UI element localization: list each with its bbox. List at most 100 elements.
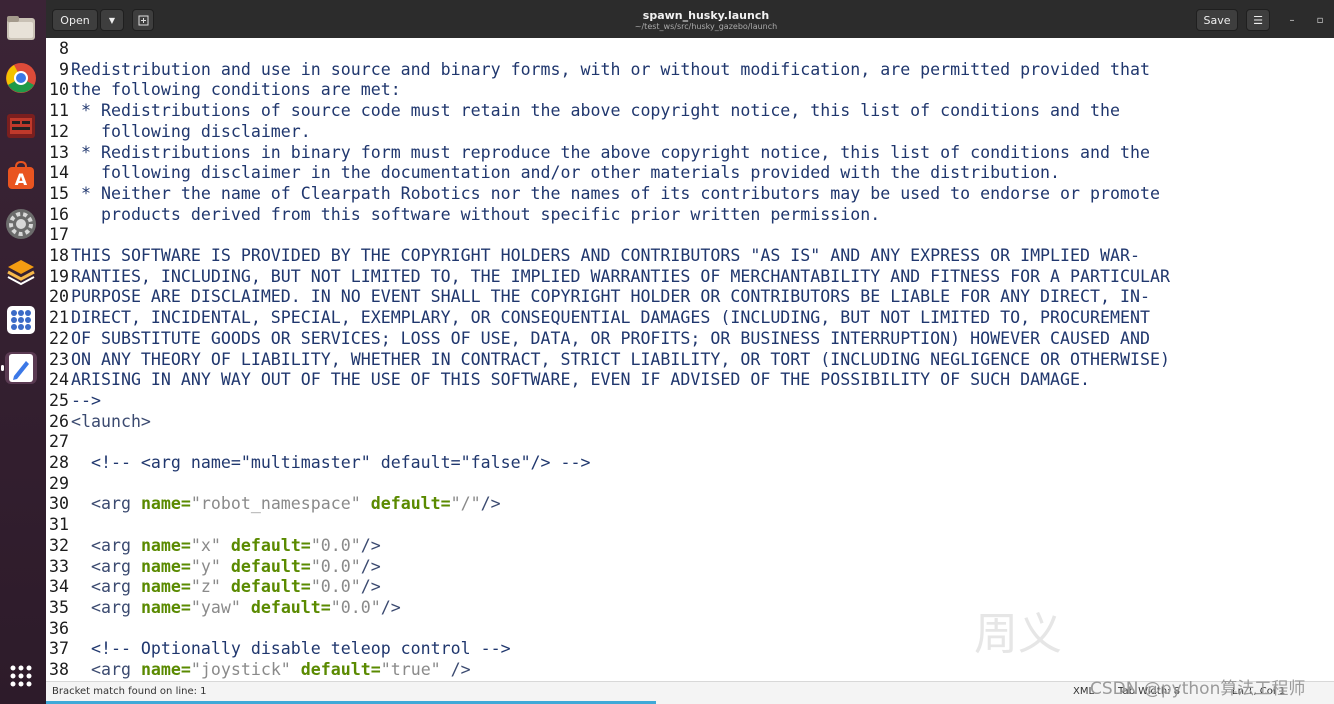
- code-token: name=: [140, 535, 191, 555]
- line-number: 26: [49, 411, 69, 431]
- code-line[interactable]: 20 PURPOSE ARE DISCLAIMED. IN NO EVENT SH…: [46, 286, 1334, 307]
- code-text: OF SUBSTITUTE GOODS OR SERVICES; LOSS OF…: [71, 328, 1150, 349]
- code-line[interactable]: 34 <arg name="z" default="0.0"/>: [46, 576, 1334, 597]
- code-text: <arg name="x" default="0.0"/>: [71, 535, 381, 556]
- chevron-down-icon: ▼: [108, 15, 116, 25]
- settings-icon[interactable]: [5, 208, 37, 240]
- code-line[interactable]: 30 <arg name="robot_namespace" default="…: [46, 493, 1334, 514]
- maximize-icon[interactable]: ▫: [1312, 12, 1328, 28]
- code-line[interactable]: 23 ON ANY THEORY OF LIABILITY, WHETHER IN…: [46, 349, 1334, 370]
- line-number: 38: [49, 660, 69, 679]
- header-bar: Open ▼ spawn_husky.launch ~/test_ws/src/…: [46, 0, 1334, 38]
- apps-icon[interactable]: [5, 304, 37, 336]
- code-token: "0.0": [310, 535, 361, 555]
- layers-icon[interactable]: [5, 256, 37, 288]
- window-title: spawn_husky.launch: [642, 9, 770, 22]
- code-line[interactable]: 15 * Neither the name of Clearpath Robot…: [46, 183, 1334, 204]
- code-token: "x": [190, 535, 221, 555]
- code-text: <!-- <arg name="multimaster" default="fa…: [71, 452, 591, 473]
- code-token: -->: [71, 390, 101, 410]
- code-line[interactable]: 35 <arg name="yaw" default="0.0"/>: [46, 597, 1334, 618]
- code-line[interactable]: 31: [46, 514, 1334, 535]
- line-number: 9: [59, 59, 69, 79]
- code-text: PURPOSE ARE DISCLAIMED. IN NO EVENT SHAL…: [71, 286, 1150, 307]
- code-line[interactable]: 17: [46, 224, 1334, 245]
- code-token: name=: [140, 660, 191, 679]
- code-line[interactable]: 37 <!-- Optionally disable teleop contro…: [46, 638, 1334, 659]
- code-line[interactable]: 24 ARISING IN ANY WAY OUT OF THE USE OF T…: [46, 369, 1334, 390]
- new-tab-button[interactable]: [132, 9, 154, 31]
- code-line[interactable]: 33 <arg name="y" default="0.0"/>: [46, 556, 1334, 577]
- code-token: default=: [230, 535, 311, 555]
- save-button[interactable]: Save: [1196, 9, 1238, 31]
- app-store-icon[interactable]: A: [5, 160, 37, 192]
- code-token: <arg: [71, 577, 141, 597]
- code-text: THIS SOFTWARE IS PROVIDED BY THE COPYRIG…: [71, 245, 1140, 266]
- code-line[interactable]: 16 products derived from this software w…: [46, 204, 1334, 225]
- code-line[interactable]: 29: [46, 473, 1334, 494]
- code-line[interactable]: 25 -->: [46, 390, 1334, 411]
- code-token: <arg: [71, 494, 141, 514]
- code-line[interactable]: 19 RANTIES, INCLUDING, BUT NOT LIMITED TO…: [46, 266, 1334, 287]
- apps-grid-icon[interactable]: [5, 660, 37, 692]
- code-token: OF SUBSTITUTE GOODS OR SERVICES; LOSS OF…: [71, 328, 1150, 348]
- hamburger-menu-icon: ☰: [1253, 13, 1263, 27]
- code-line[interactable]: 28 <!-- <arg name="multimaster" default=…: [46, 452, 1334, 473]
- code-token: name=: [140, 577, 191, 597]
- code-token: "0.0": [310, 556, 361, 576]
- chrome-icon[interactable]: [5, 62, 37, 94]
- menu-button[interactable]: ☰: [1246, 9, 1270, 31]
- code-line[interactable]: 10 the following conditions are met:: [46, 79, 1334, 100]
- code-line[interactable]: 12 following disclaimer.: [46, 121, 1334, 142]
- code-text: * Neither the name of Clearpath Robotics…: [71, 183, 1160, 204]
- code-line[interactable]: 8: [46, 38, 1334, 59]
- minimize-icon[interactable]: –: [1284, 12, 1300, 28]
- line-number: 14: [49, 163, 69, 183]
- code-line[interactable]: 18 THIS SOFTWARE IS PROVIDED BY THE COPYR…: [46, 245, 1334, 266]
- code-line[interactable]: 11 * Redistributions of source code must…: [46, 100, 1334, 121]
- code-line[interactable]: 22 OF SUBSTITUTE GOODS OR SERVICES; LOSS …: [46, 328, 1334, 349]
- code-text: <arg name="z" default="0.0"/>: [71, 576, 381, 597]
- code-line[interactable]: 9 Redistribution and use in source and bi…: [46, 59, 1334, 80]
- code-line[interactable]: 36: [46, 618, 1334, 639]
- code-token: name=: [140, 597, 191, 617]
- code-text: * Redistributions of source code must re…: [71, 100, 1120, 121]
- code-token: name=: [140, 556, 191, 576]
- code-text: <arg name="robot_namespace" default="/"/…: [71, 493, 501, 514]
- terminal-icon[interactable]: [5, 110, 37, 142]
- code-token: default=: [230, 577, 311, 597]
- window-path: ~/test_ws/src/husky_gazebo/launch: [634, 22, 778, 31]
- code-text: * Redistributions in binary form must re…: [71, 142, 1150, 163]
- code-token: * Redistributions in binary form must re…: [71, 142, 1150, 162]
- open-dropdown-button[interactable]: ▼: [100, 9, 124, 31]
- files-icon[interactable]: [5, 12, 37, 44]
- code-text: <arg name="yaw" default="0.0"/>: [71, 597, 401, 618]
- line-number: 19: [49, 266, 69, 286]
- open-button[interactable]: Open: [52, 9, 98, 31]
- watermark: 周义: [974, 609, 1062, 660]
- code-line[interactable]: 21 DIRECT, INCIDENTAL, SPECIAL, EXEMPLARY…: [46, 307, 1334, 328]
- code-token: "y": [190, 556, 221, 576]
- code-text: Redistribution and use in source and bin…: [71, 59, 1150, 80]
- editor-area[interactable]: 8 9 Redistribution and use in source and b…: [46, 38, 1334, 681]
- line-number: 27: [49, 432, 69, 452]
- line-number: 22: [49, 328, 69, 348]
- code-line[interactable]: 13 * Redistributions in binary form must…: [46, 142, 1334, 163]
- line-number: 16: [49, 204, 69, 224]
- text-editor-icon[interactable]: [5, 352, 37, 384]
- code-line[interactable]: 26 <launch>: [46, 411, 1334, 432]
- code-token: the following conditions are met:: [71, 80, 401, 100]
- code-token: "true": [380, 660, 441, 679]
- code-token: <!-- <arg name="multimaster" default="fa…: [71, 453, 591, 472]
- line-number: 28: [49, 453, 69, 472]
- code-line[interactable]: 32 <arg name="x" default="0.0"/>: [46, 535, 1334, 556]
- code-token: default=: [230, 556, 311, 576]
- line-number: 11: [49, 101, 69, 121]
- code-token: />: [360, 577, 381, 597]
- code-line[interactable]: 27: [46, 431, 1334, 452]
- code-line[interactable]: 14 following disclaimer in the documenta…: [46, 162, 1334, 183]
- line-number: 34: [49, 577, 69, 597]
